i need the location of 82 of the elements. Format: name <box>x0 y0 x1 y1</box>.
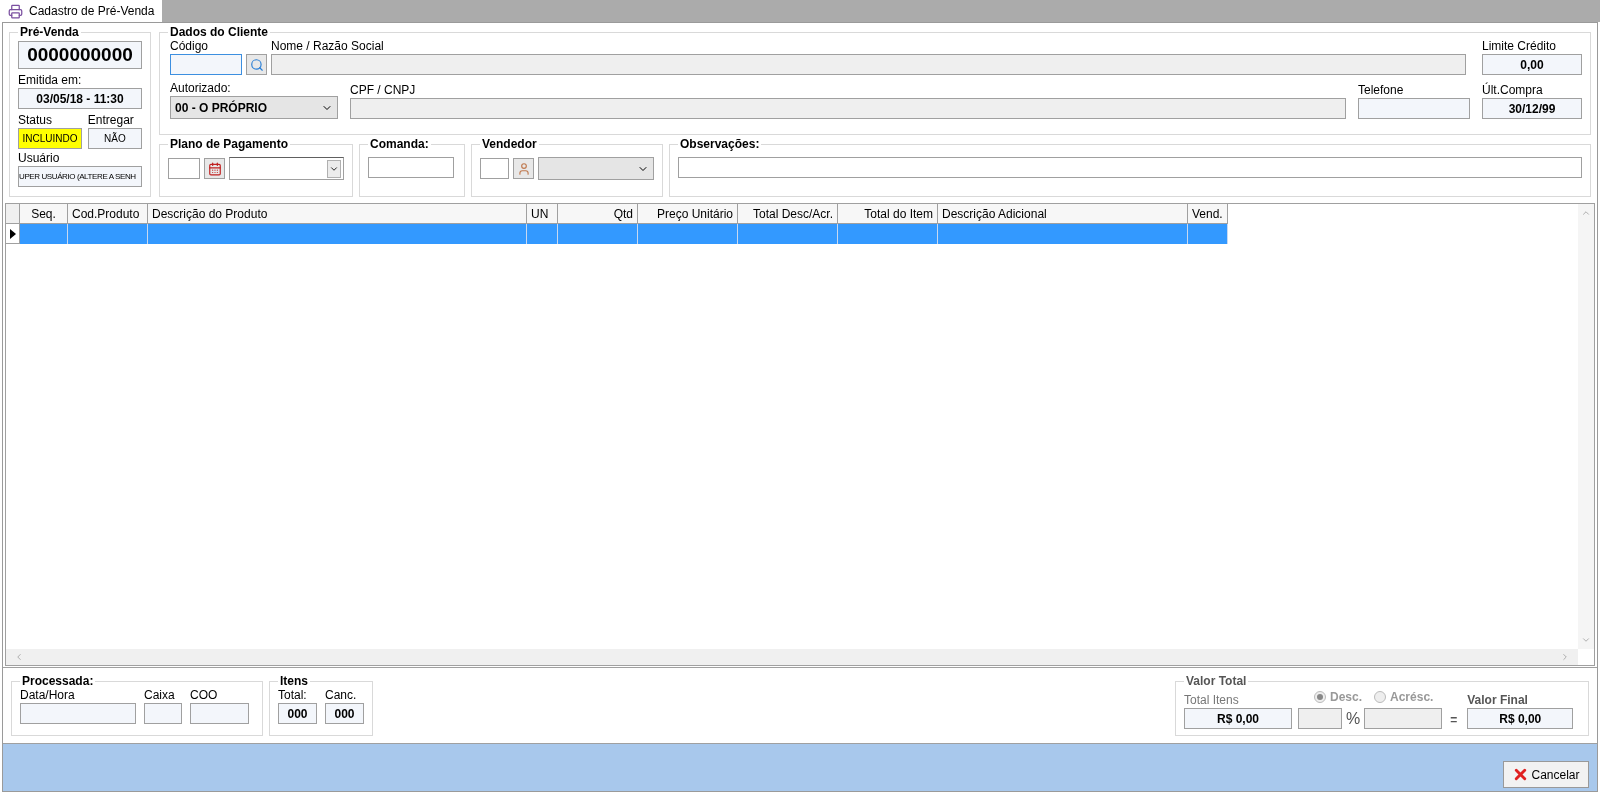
printer-icon <box>8 3 23 19</box>
plan-code-field[interactable] <box>168 158 200 179</box>
group-title: Plano de Pagamento <box>169 137 290 151</box>
row-pointer-icon <box>9 228 16 239</box>
percent-field[interactable] <box>1298 708 1342 729</box>
group-title: Pré-Venda <box>19 25 80 39</box>
notes-field[interactable] <box>678 157 1582 178</box>
document-field[interactable] <box>350 98 1346 119</box>
field-label: Entregar <box>87 113 135 128</box>
field-label: Usuário <box>18 151 61 166</box>
field-label: Valor Final <box>1467 693 1529 708</box>
field-label: Status <box>18 113 54 128</box>
field-label: Últ.Compra <box>1482 83 1544 98</box>
sale-number: 0000000000 <box>18 41 142 69</box>
form-tab[interactable]: Cadastro de Pré-Venda <box>0 0 163 22</box>
column-header[interactable]: Vend. <box>1188 204 1228 224</box>
group-title: Itens <box>279 674 309 688</box>
register-field[interactable] <box>144 703 182 724</box>
column-header[interactable]: Descrição do Produto <box>148 204 527 224</box>
group-title: Vendedor <box>481 137 538 151</box>
scroll-right-icon <box>1560 652 1570 662</box>
scroll-up-icon <box>1581 208 1591 218</box>
final-value-field[interactable]: R$ 0,00 <box>1467 708 1574 729</box>
group-title: Processada: <box>21 674 95 688</box>
field-label: Código <box>170 39 210 54</box>
calendar-icon <box>207 161 222 176</box>
equals-sign: = <box>1449 712 1459 729</box>
seller-code-field[interactable] <box>480 158 509 179</box>
total-items-field[interactable]: 000 <box>278 703 317 724</box>
column-header[interactable]: Seq. <box>20 204 68 224</box>
canceled-items-field[interactable]: 000 <box>325 703 364 724</box>
search-button[interactable] <box>246 54 267 75</box>
field-label: Total: <box>278 688 308 703</box>
percent-sign: % <box>1346 709 1361 729</box>
user-field: UPER USUÁRIO (ALTERE A SENH <box>18 166 142 187</box>
vertical-scrollbar[interactable] <box>1578 204 1594 649</box>
total-value-field[interactable]: R$ 0,00 <box>1184 708 1292 729</box>
column-header[interactable]: Cod.Produto <box>68 204 148 224</box>
field-label: Total Itens <box>1184 693 1240 708</box>
group-title: Dados do Cliente <box>169 25 269 39</box>
scroll-left-icon <box>14 652 24 662</box>
column-header[interactable]: Descrição Adicional <box>938 204 1188 224</box>
field-label: COO <box>190 688 219 703</box>
scroll-down-icon <box>1581 635 1591 645</box>
field-label: Limite Crédito <box>1482 39 1558 54</box>
field-label: Caixa <box>144 688 176 703</box>
date-time-field[interactable] <box>20 703 136 724</box>
field-label: CPF / CNPJ <box>350 83 417 98</box>
column-header[interactable]: Qtd <box>558 204 638 224</box>
seller-dropdown[interactable] <box>538 157 654 180</box>
person-button[interactable] <box>513 158 534 179</box>
column-header[interactable]: Preço Unitário <box>638 204 738 224</box>
calendar-button[interactable] <box>204 158 225 179</box>
column-header[interactable]: UN <box>527 204 558 224</box>
horizontal-scrollbar[interactable] <box>6 649 1578 665</box>
phone-field[interactable] <box>1358 98 1470 119</box>
authorized-dropdown[interactable]: 00 - O PRÓPRIO <box>170 96 338 119</box>
date-field[interactable]: 03/05/18 - 11:30 <box>18 88 142 109</box>
group-title: Observações: <box>679 137 761 151</box>
name-field[interactable] <box>271 54 1466 75</box>
field-label: Telefone <box>1358 83 1405 98</box>
column-header[interactable]: Total Desc/Acr. <box>738 204 838 224</box>
field-label: Nome / Razão Social <box>271 39 385 54</box>
coo-field[interactable] <box>190 703 249 724</box>
plan-dropdown[interactable] <box>229 157 344 180</box>
field-label: Canc. <box>325 688 358 703</box>
field-label: Emitida em: <box>18 73 83 88</box>
amount-field[interactable] <box>1364 708 1443 729</box>
search-icon <box>249 57 264 72</box>
code-field[interactable] <box>170 54 242 75</box>
last-purchase-field[interactable]: 30/12/99 <box>1482 98 1582 119</box>
column-header[interactable]: Total do Item <box>838 204 938 224</box>
group-title: Valor Total <box>1185 674 1248 688</box>
field-label: Autorizado: <box>170 81 232 96</box>
delivery-field: NÃO <box>87 128 142 149</box>
credit-field[interactable]: 0,00 <box>1482 54 1582 75</box>
cancel-button[interactable]: Cancelar <box>1503 761 1589 788</box>
person-icon <box>516 161 531 176</box>
order-field[interactable] <box>368 157 454 178</box>
status-field: INCLUINDO <box>18 128 82 149</box>
group-title: Comanda: <box>369 137 430 151</box>
field-label: Data/Hora <box>20 688 76 703</box>
